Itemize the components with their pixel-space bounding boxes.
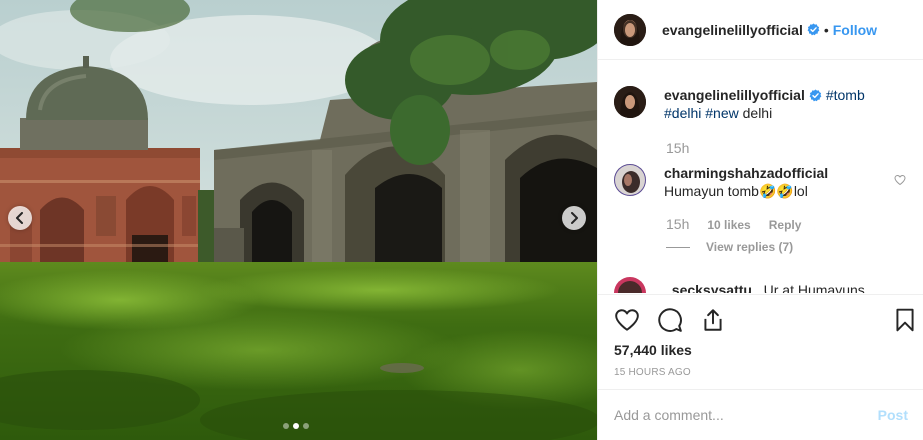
comment-body: _secksysattu_ Ur at Humayuns [664, 277, 894, 293]
post-actions: 57,440 likes 15 HOURS AGO [598, 294, 923, 389]
commenter-avatar[interactable] [614, 164, 646, 196]
hashtag-delhi[interactable]: #delhi [664, 105, 701, 121]
header-separator: • [823, 21, 829, 38]
carousel-dot-3 [303, 423, 309, 429]
caption-meta: 15h [666, 140, 689, 156]
comment-input[interactable] [614, 407, 878, 423]
like-comment-heart-icon[interactable] [894, 174, 906, 186]
carousel-next-button[interactable] [562, 206, 586, 230]
comment-likes[interactable]: 10 likes [707, 218, 750, 232]
comment-meta: 15h 10 likes Reply [666, 216, 801, 232]
comment-time[interactable]: 15h [666, 216, 689, 232]
avatar-photo [614, 13, 646, 46]
carousel-previous-button[interactable] [8, 206, 32, 230]
caption-text: delhi [742, 105, 773, 121]
replies-divider [666, 246, 690, 248]
avatar-photo [614, 277, 646, 293]
photo-humayun-tomb [0, 0, 597, 440]
caption-username[interactable]: evangelinelillyofficial [664, 87, 805, 103]
post-timestamp[interactable]: 15 HOURS AGO [614, 367, 691, 378]
carousel-dot-2-active [293, 423, 299, 429]
commenter-avatar[interactable] [614, 277, 646, 293]
verified-badge-icon [807, 23, 820, 36]
chevron-right-icon [571, 212, 578, 224]
caption: evangelinelillyofficial #tomb #delhi #new… [614, 86, 904, 122]
comment-body: charmingshahzadofficial Humayun tomb🤣🤣lo… [664, 164, 894, 200]
comment: charmingshahzadofficial Humayun tomb🤣🤣lo… [614, 164, 894, 200]
chevron-left-icon [16, 212, 23, 224]
hashtag-tomb[interactable]: #tomb [826, 87, 865, 103]
author-username[interactable]: evangelinelillyofficial [662, 22, 803, 38]
reply-button[interactable]: Reply [769, 218, 802, 232]
hashtag-new[interactable]: #new [705, 105, 738, 121]
comment-bubble-icon[interactable] [657, 307, 683, 333]
like-heart-icon[interactable] [614, 307, 640, 333]
post-comment-button[interactable]: Post [878, 407, 908, 423]
commenter-username[interactable]: charmingshahzadofficial [664, 165, 828, 181]
comment: _secksysattu_ Ur at Humayuns [614, 277, 894, 293]
author-line: evangelinelillyofficial • Follow [662, 22, 877, 38]
comment-text-end: lol [793, 183, 808, 199]
post-header: evangelinelillyofficial • Follow [598, 0, 923, 60]
comments-section[interactable]: evangelinelillyofficial #tomb #delhi #new… [598, 61, 923, 293]
author-avatar[interactable] [614, 13, 646, 46]
likes-count[interactable]: 57,440 likes [614, 342, 692, 358]
action-icons [614, 307, 726, 333]
commenter-username[interactable]: _secksysattu_ [664, 282, 760, 293]
verified-badge-icon [809, 89, 822, 102]
carousel-dot-1 [283, 423, 289, 429]
post-photo[interactable] [0, 0, 597, 440]
follow-button[interactable]: Follow [833, 22, 877, 38]
save-bookmark-icon[interactable] [892, 307, 918, 333]
post-details-panel: evangelinelillyofficial • Follow evangel… [597, 0, 923, 440]
avatar-photo [614, 86, 646, 118]
avatar-photo [614, 164, 646, 196]
caption-avatar[interactable] [614, 86, 646, 118]
comment-text-start: Humayun tomb [664, 183, 759, 199]
rofl-emoji: 🤣 [758, 183, 777, 199]
carousel-indicator [283, 423, 309, 429]
view-replies-label: View replies (7) [706, 240, 794, 254]
comment-text: Ur at Humayuns [763, 282, 865, 293]
caption-time[interactable]: 15h [666, 140, 689, 156]
rofl-emoji: 🤣 [776, 183, 794, 199]
caption-body: evangelinelillyofficial #tomb #delhi #new… [664, 86, 904, 122]
add-comment-bar: Post [598, 389, 923, 440]
share-icon[interactable] [700, 307, 726, 333]
view-replies-button[interactable]: View replies (7) [666, 240, 793, 254]
